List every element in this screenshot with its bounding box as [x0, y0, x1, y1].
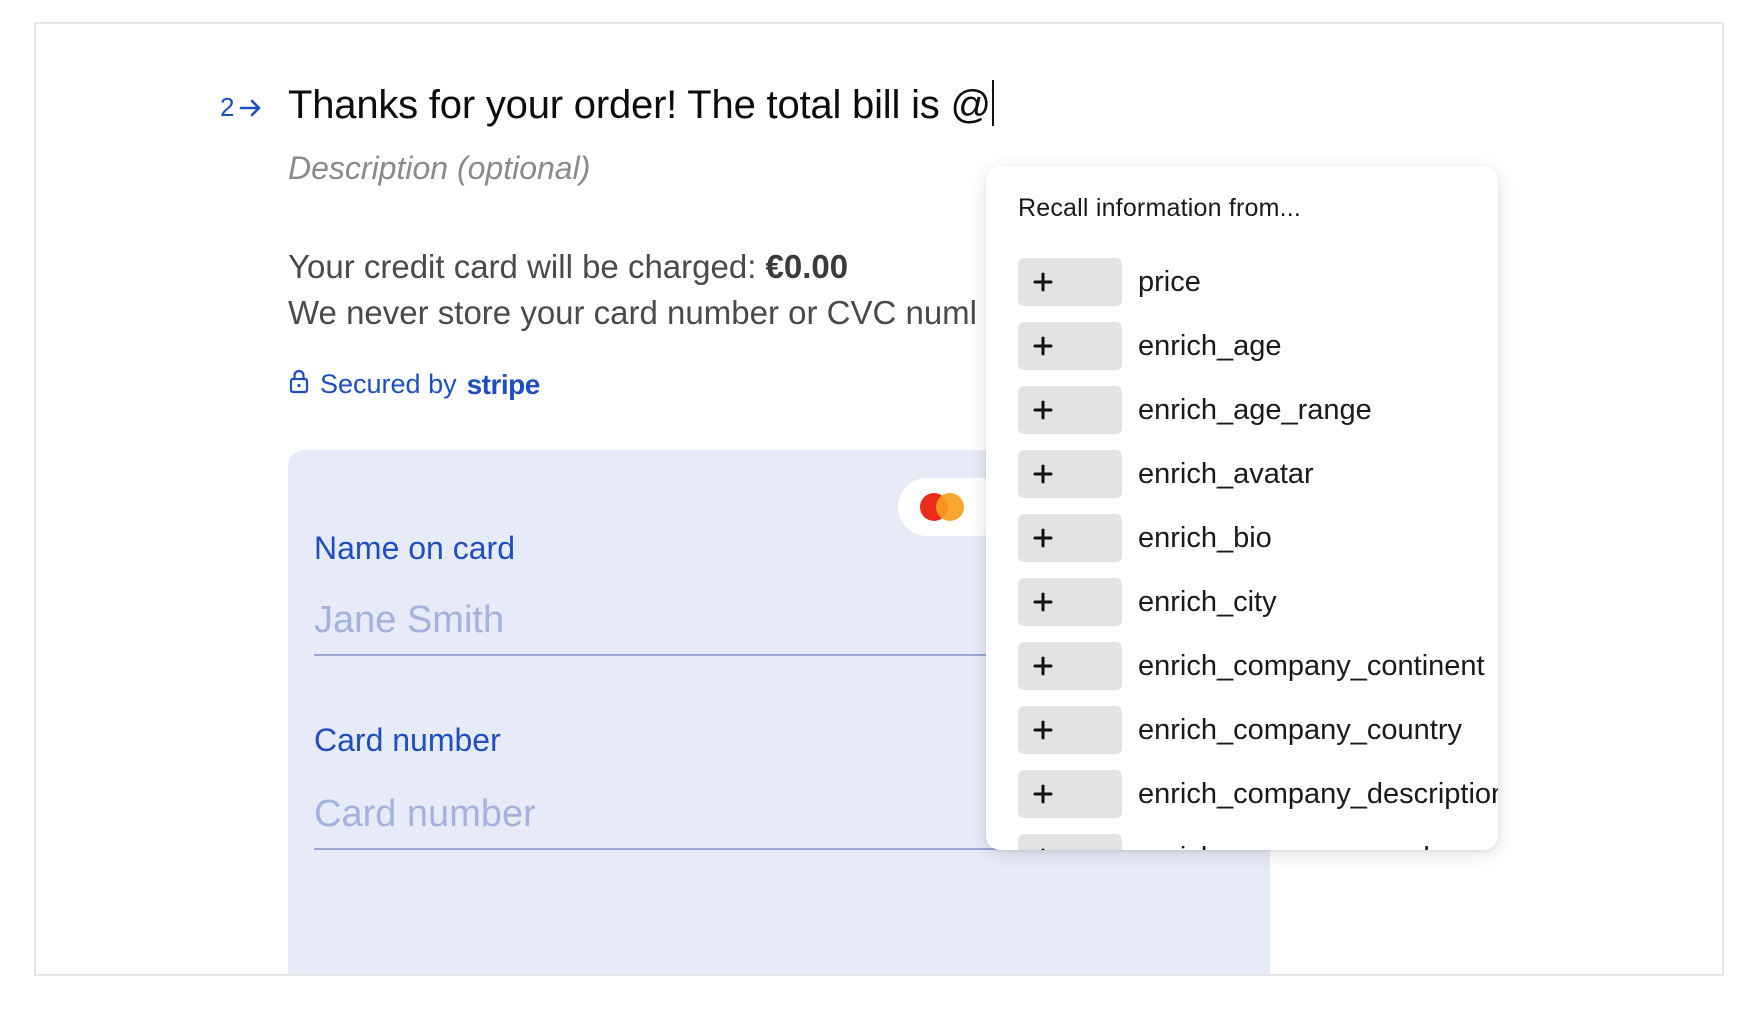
question-title-text: Thanks for your order! The total bill is…: [288, 83, 991, 127]
plus-icon: [1018, 578, 1122, 626]
recall-item-label: enrich_bio: [1138, 521, 1272, 554]
secured-by-label: Secured by: [320, 369, 457, 399]
recall-item-enrich-city[interactable]: enrich_city: [1018, 578, 1498, 626]
question-number: 2: [220, 92, 264, 123]
text-caret: [991, 80, 994, 126]
recall-item-label: enrich_company_country: [1138, 713, 1463, 746]
mastercard-icon-overlap: [936, 493, 964, 521]
plus-icon: [1018, 642, 1122, 690]
recall-item-enrich-age-range[interactable]: enrich_age_range: [1018, 386, 1498, 434]
question-number-text: 2: [220, 92, 235, 122]
lock-icon: [288, 368, 310, 401]
recall-item-enrich-avatar[interactable]: enrich_avatar: [1018, 450, 1498, 498]
recall-item-label: enrich_age: [1138, 329, 1282, 362]
recall-item-enrich-company-country[interactable]: enrich_company_country: [1018, 706, 1498, 754]
card-number-label: Card number: [314, 722, 501, 758]
stripe-logo: stripe: [466, 368, 541, 400]
question-title-input[interactable]: Thanks for your order! The total bill is…: [288, 80, 994, 128]
plus-icon: [1018, 386, 1122, 434]
recall-item-label: enrich_avatar: [1138, 457, 1314, 490]
recall-item-label: enrich_company_description: [1138, 777, 1498, 810]
recall-item-enrich-company-description[interactable]: enrich_company_description: [1018, 770, 1498, 818]
question-description-input[interactable]: Description (optional): [288, 150, 590, 187]
recall-item-label: enrich_city: [1138, 585, 1277, 618]
form-builder-canvas: 2 Thanks for your order! The total bill …: [34, 22, 1724, 976]
recall-heading: Recall information from...: [1018, 194, 1302, 222]
charge-prefix: Your credit card will be charged:: [288, 248, 766, 285]
recall-list: price enrich_age enrich_age_range enrich…: [1018, 258, 1498, 850]
plus-icon: [1018, 258, 1122, 306]
name-on-card-label: Name on card: [314, 530, 515, 566]
recall-item-enrich-company-employees[interactable]: enrich_company_employees: [1018, 834, 1498, 850]
recall-item-enrich-age[interactable]: enrich_age: [1018, 322, 1498, 370]
arrow-right-icon: [238, 95, 264, 121]
recall-item-enrich-company-continent[interactable]: enrich_company_continent: [1018, 642, 1498, 690]
plus-icon: [1018, 706, 1122, 754]
recall-item-label: enrich_company_continent: [1138, 649, 1485, 682]
recall-item-label: enrich_age_range: [1138, 393, 1372, 426]
card-storage-notice: We never store your card number or CVC n…: [288, 294, 977, 331]
plus-icon: [1018, 450, 1122, 498]
secured-by-stripe[interactable]: Secured by stripe: [288, 368, 540, 401]
recall-item-label: price: [1138, 265, 1201, 298]
recall-item-enrich-bio[interactable]: enrich_bio: [1018, 514, 1498, 562]
charge-amount: €0.00: [765, 248, 849, 285]
recall-information-dropdown[interactable]: Recall information from... price enrich_…: [986, 166, 1498, 850]
plus-icon: [1018, 514, 1122, 562]
plus-icon: [1018, 770, 1122, 818]
plus-icon: [1018, 322, 1122, 370]
plus-icon: [1018, 834, 1122, 850]
charge-line: Your credit card will be charged: €0.00: [288, 248, 848, 286]
recall-item-price[interactable]: price: [1018, 258, 1498, 306]
recall-item-label: enrich_company_employees: [1138, 842, 1498, 851]
